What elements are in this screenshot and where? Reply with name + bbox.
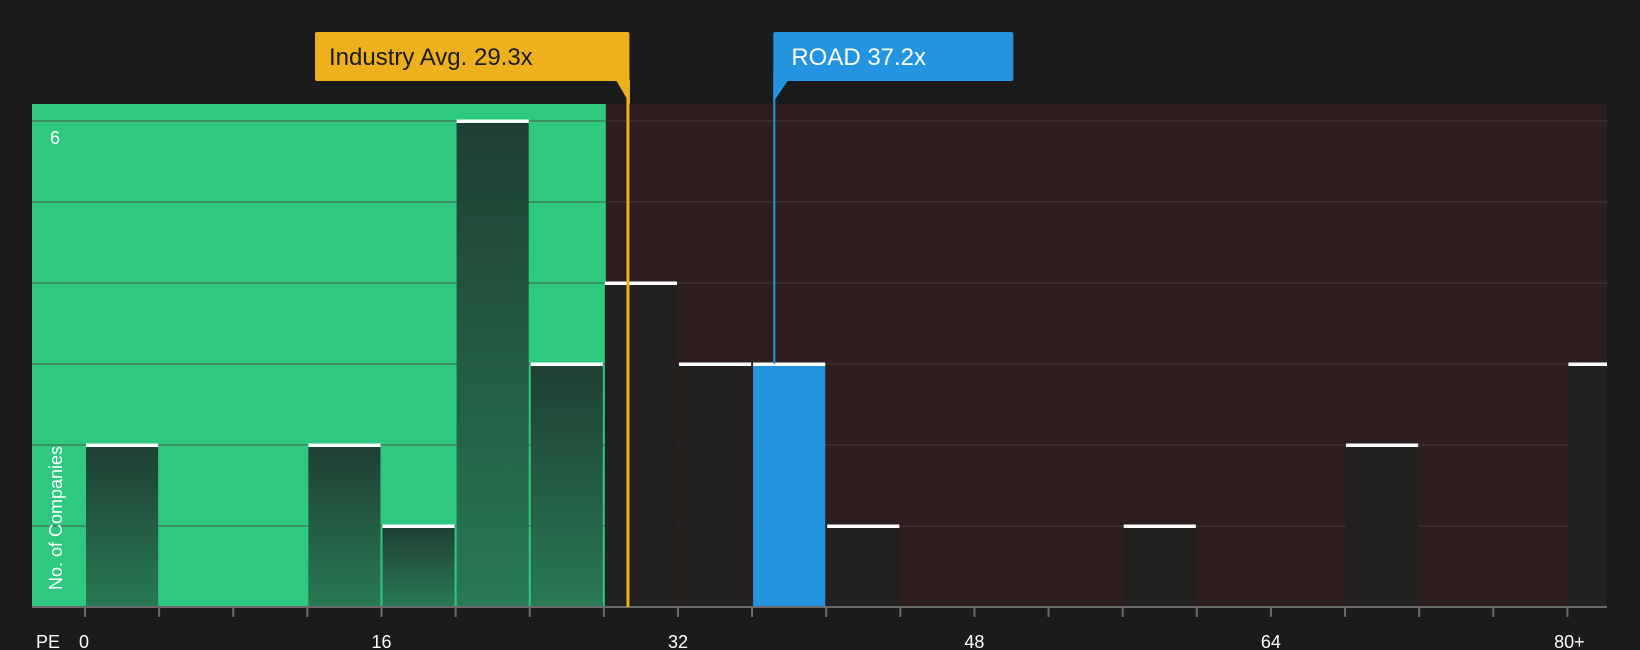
- histogram-bar-cap: [308, 443, 381, 447]
- histogram-bar: [678, 364, 752, 607]
- x-tick-label: 16: [371, 632, 391, 650]
- x-tick-label: 48: [964, 632, 984, 650]
- industry-avg-label: Industry Avg. 29.3x: [329, 44, 533, 71]
- histogram-bar-cap: [1123, 524, 1196, 528]
- histogram-bar-cap: [530, 362, 603, 366]
- histogram-bar: [86, 445, 159, 607]
- company-pe-line: [773, 68, 776, 364]
- histogram-bar-cap: [678, 362, 752, 366]
- histogram-bar: [308, 445, 381, 607]
- histogram-bar: [456, 121, 529, 607]
- histogram-bar: [382, 526, 455, 607]
- histogram-bar-cap: [456, 119, 529, 123]
- histogram-bar: [604, 283, 677, 607]
- histogram-bar: [827, 526, 900, 607]
- histogram-bar-cap: [382, 524, 455, 528]
- histogram-bar-cap: [827, 524, 900, 528]
- x-tick-label: 32: [668, 632, 688, 650]
- x-tick-label: 0: [79, 632, 89, 650]
- pe-histogram-chart: 0 16 32 48 64 80+ Industry Avg. 29.3x ROAD 37.…: [0, 0, 1640, 650]
- histogram-bar-cap: [604, 281, 677, 285]
- histogram-bar: [1568, 364, 1607, 607]
- histogram-bar: [1123, 526, 1196, 607]
- y-max-tick-label: 6: [50, 128, 60, 148]
- histogram-bar: [1346, 445, 1419, 607]
- histogram-bar-cap: [1346, 443, 1419, 447]
- x-tick-label: 64: [1261, 632, 1281, 650]
- histogram-bar: [530, 364, 603, 607]
- histogram-bar-cap: [753, 362, 826, 366]
- x-tick-label: 80+: [1554, 632, 1585, 650]
- histogram-bar-cap: [86, 443, 159, 447]
- industry-avg-line: [626, 68, 630, 607]
- company-pe-label: ROAD 37.2x: [791, 44, 926, 71]
- histogram-bar-cap: [1568, 362, 1607, 366]
- histogram-bar: [753, 364, 826, 607]
- y-axis-label: No. of Companies: [46, 446, 66, 590]
- x-axis-label: PE: [36, 632, 60, 650]
